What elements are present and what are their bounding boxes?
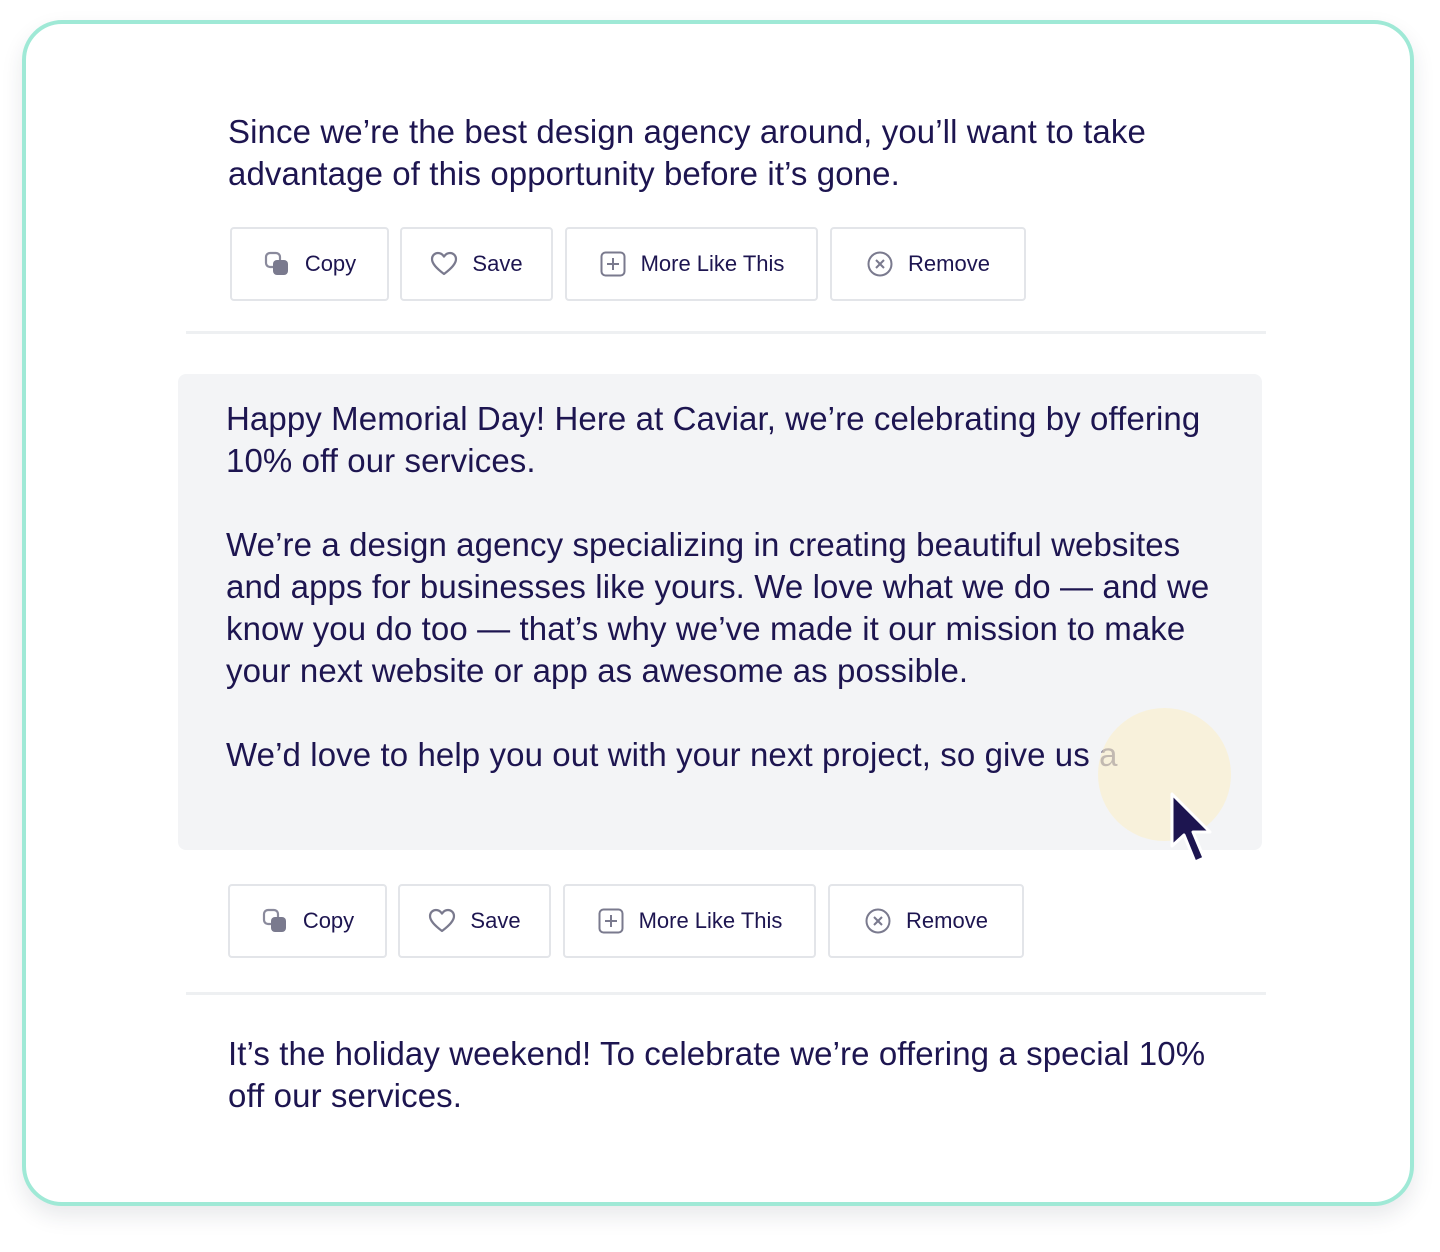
result-text-3: It’s the holiday weekend! To celebrate w…: [228, 1033, 1238, 1117]
plus-square-icon: [599, 250, 627, 278]
heart-icon: [428, 907, 456, 935]
x-circle-icon: [866, 250, 894, 278]
copy-button[interactable]: Copy: [230, 227, 389, 301]
more-like-this-button[interactable]: More Like This: [565, 227, 818, 301]
more-like-this-label: More Like This: [638, 908, 783, 933]
result-paragraph: Happy Memorial Day! Here at Caviar, we’r…: [226, 400, 1201, 479]
remove-button[interactable]: Remove: [828, 884, 1024, 958]
heart-icon: [430, 250, 458, 278]
cursor-pointer-icon: [1168, 790, 1216, 866]
divider: [186, 331, 1266, 334]
more-like-this-button[interactable]: More Like This: [563, 884, 816, 958]
remove-label: Remove: [908, 251, 990, 276]
remove-button[interactable]: Remove: [830, 227, 1026, 301]
result-text-2: Happy Memorial Day! Here at Caviar, we’r…: [226, 398, 1216, 776]
remove-label: Remove: [906, 908, 988, 933]
result-paragraph: We’re a design agency specializing in cr…: [226, 526, 1210, 689]
result-paragraph: It’s the holiday weekend! To celebrate w…: [228, 1035, 1206, 1114]
save-label: Save: [472, 251, 523, 276]
copy-icon: [261, 907, 289, 935]
more-like-this-label: More Like This: [640, 251, 785, 276]
plus-square-icon: [597, 907, 625, 935]
copy-icon: [263, 250, 291, 278]
result-paragraph: Since we’re the best design agency aroun…: [228, 113, 1146, 192]
result-text-1: Since we’re the best design agency aroun…: [228, 111, 1238, 195]
result-paragraph: We’d love to help you out with your next…: [226, 736, 1118, 773]
divider: [186, 992, 1266, 995]
save-label: Save: [470, 908, 521, 933]
copy-label: Copy: [302, 908, 355, 933]
copy-label: Copy: [304, 251, 357, 276]
copy-button[interactable]: Copy: [228, 884, 387, 958]
save-button[interactable]: Save: [400, 227, 553, 301]
x-circle-icon: [864, 907, 892, 935]
save-button[interactable]: Save: [398, 884, 551, 958]
